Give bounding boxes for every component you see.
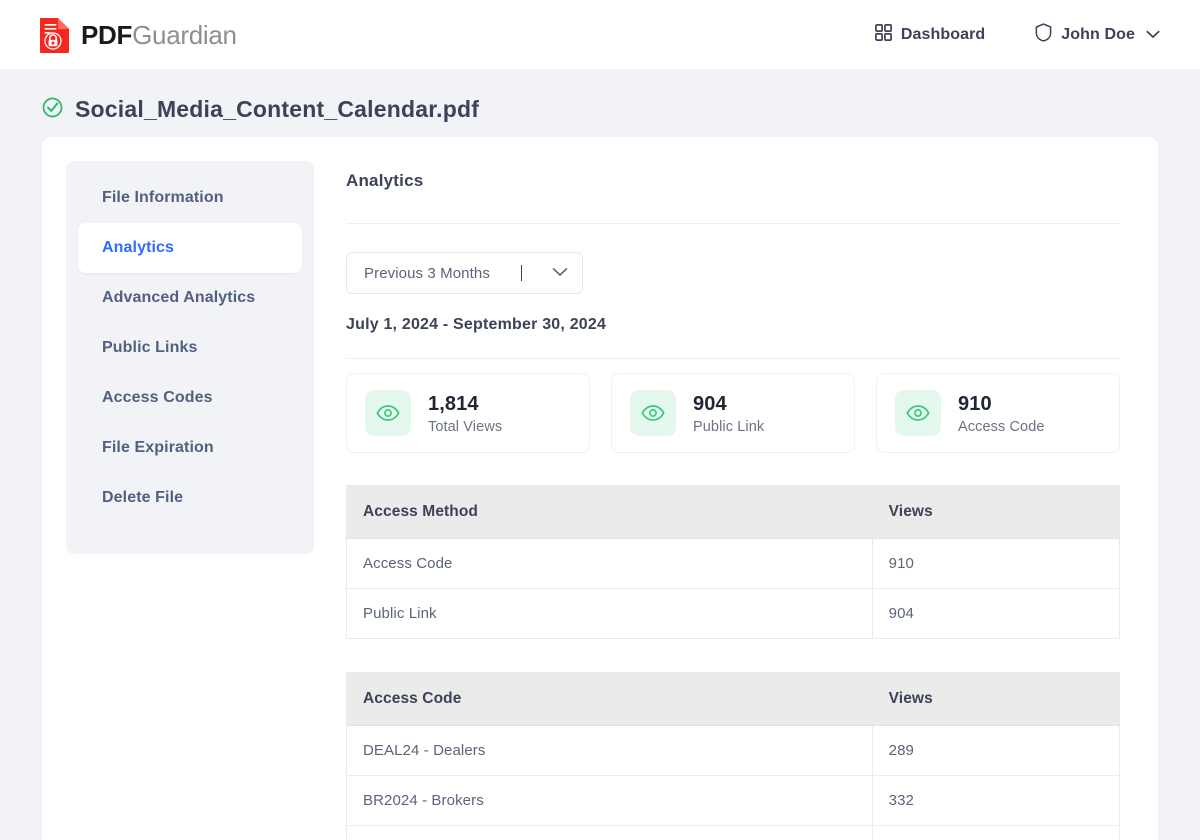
table-row: BR2024 - Brokers 332 xyxy=(346,775,1120,826)
check-circle-icon xyxy=(42,97,63,123)
sidebar-item-access-codes[interactable]: Access Codes xyxy=(78,373,302,423)
cell-access-method: Public Link xyxy=(346,588,873,639)
brand-name-bold: PDF xyxy=(81,19,133,50)
dashboard-label: Dashboard xyxy=(900,25,986,43)
sidebar-item-delete-file[interactable]: Delete File xyxy=(78,473,302,523)
shield-icon xyxy=(1035,22,1052,47)
stat-label: Access Code xyxy=(958,418,1045,435)
pdf-lock-document-icon xyxy=(38,16,72,54)
cell-views: 910 xyxy=(872,538,1120,589)
analytics-panel: Analytics Previous 3 Months July 1, 2024… xyxy=(314,161,1134,840)
sidebar-item-advanced-analytics[interactable]: Advanced Analytics xyxy=(78,273,302,323)
cell-access-code: DEAL24 - Dealers xyxy=(346,725,873,776)
table-row: AGT23 - Agents 289 xyxy=(346,825,1120,840)
user-menu[interactable]: John Doe xyxy=(1035,22,1160,47)
stat-card-access-code: 910 Access Code xyxy=(876,373,1120,453)
table-row: Public Link 904 xyxy=(346,588,1120,639)
table-header-row: Access Code Views xyxy=(346,672,1120,726)
text-cursor xyxy=(520,265,522,281)
stat-label: Public Link xyxy=(693,418,765,435)
cell-views: 332 xyxy=(872,775,1120,826)
table-row: Access Code 910 xyxy=(346,538,1120,589)
header-actions: Dashboard John Doe xyxy=(874,22,1160,47)
stat-value: 1,814 xyxy=(428,392,479,415)
cell-views: 289 xyxy=(872,826,1119,840)
sidebar-item-file-expiration[interactable]: File Expiration xyxy=(78,423,302,473)
table-header-row: Access Method Views xyxy=(346,485,1120,539)
stats-row: 1,814 Total Views 904 Public Link 910 Ac… xyxy=(346,373,1120,453)
brand-name-light: Guardian xyxy=(132,19,237,50)
eye-icon xyxy=(365,390,411,436)
eye-icon xyxy=(630,390,676,436)
cell-views: 289 xyxy=(872,725,1120,776)
chevron-down-icon xyxy=(552,264,568,282)
access-method-table-block: Access Method Views Access Code 910 Publ… xyxy=(346,485,1120,639)
cell-access-method: Access Code xyxy=(346,538,873,589)
date-range-select-value: Previous 3 Months xyxy=(364,264,490,282)
access-code-table: Access Code Views DEAL24 - Dealers 289 B… xyxy=(346,672,1120,840)
sidebar-item-public-links[interactable]: Public Links xyxy=(78,323,302,373)
stats-divider xyxy=(346,358,1120,359)
stat-card-public-link: 904 Public Link xyxy=(611,373,855,453)
cell-access-code: AGT23 - Agents xyxy=(346,825,873,840)
stat-value: 904 xyxy=(693,392,727,415)
access-method-table: Access Method Views Access Code 910 Publ… xyxy=(346,485,1120,639)
page-title: Social_Media_Content_Calendar.pdf xyxy=(75,96,480,122)
chevron-down-icon xyxy=(1146,30,1160,39)
date-range-select[interactable]: Previous 3 Months xyxy=(346,252,583,294)
sidebar-nav: File Information Analytics Advanced Anal… xyxy=(66,161,314,554)
cell-views: 904 xyxy=(888,605,914,622)
brand-logo[interactable]: PDF Guardian xyxy=(38,16,237,54)
sidebar-item-analytics[interactable]: Analytics xyxy=(78,223,302,273)
column-header-access-method: Access Method xyxy=(346,485,873,539)
table-row: DEAL24 - Dealers 289 xyxy=(346,725,1120,776)
page-title-row: Social_Media_Content_Calendar.pdf xyxy=(0,69,1200,137)
brand-wordmark: PDF Guardian xyxy=(81,22,237,48)
sidebar-item-file-information[interactable]: File Information xyxy=(78,173,302,223)
section-divider xyxy=(346,223,1120,224)
user-name: John Doe xyxy=(1061,25,1135,43)
column-header-views: Views xyxy=(872,485,1120,539)
column-header-access-code: Access Code xyxy=(346,672,873,726)
stat-card-total-views: 1,814 Total Views xyxy=(346,373,590,453)
cell-access-code: BR2024 - Brokers xyxy=(346,775,873,826)
stat-label: Total Views xyxy=(428,418,503,435)
dashboard-link[interactable]: Dashboard xyxy=(874,23,986,46)
section-title: Analytics xyxy=(346,171,424,190)
grid-icon xyxy=(874,23,892,46)
stat-text: 910 Access Code xyxy=(958,392,1045,435)
eye-icon xyxy=(895,390,941,436)
access-code-table-block: Access Code Views DEAL24 - Dealers 289 B… xyxy=(346,672,1120,840)
app-header: PDF Guardian Dashboard John Doe xyxy=(0,0,1200,69)
stat-value: 910 xyxy=(958,392,992,415)
stat-text: 1,814 Total Views xyxy=(428,392,502,435)
date-range-label: July 1, 2024 - September 30, 2024 xyxy=(346,316,607,333)
column-header-views: Views xyxy=(872,672,1120,726)
date-range-select-wrap: Previous 3 Months xyxy=(346,252,1120,294)
stat-text: 904 Public Link xyxy=(693,392,764,435)
content-card: File Information Analytics Advanced Anal… xyxy=(42,137,1158,840)
